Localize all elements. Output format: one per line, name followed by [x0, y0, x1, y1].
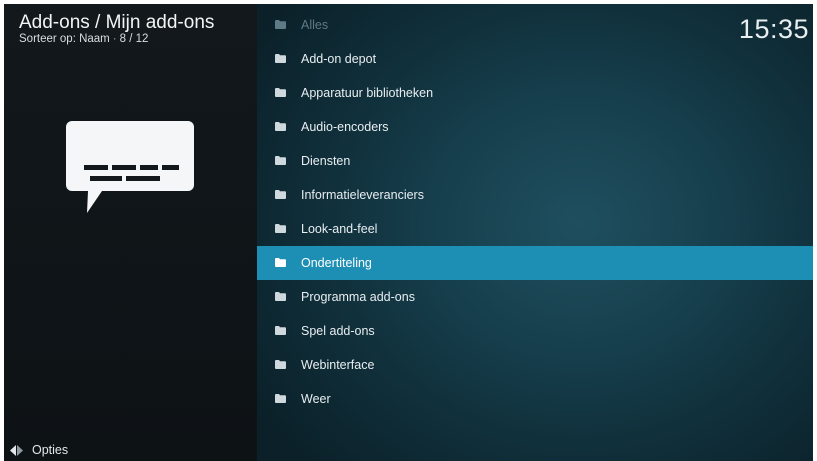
list-item[interactable]: Diensten — [257, 144, 813, 178]
folder-icon — [275, 190, 286, 199]
folder-icon — [275, 54, 286, 63]
list-item[interactable]: Audio-encoders — [257, 110, 813, 144]
list-item[interactable]: Weer — [257, 382, 813, 416]
addon-list: 15:35 Alles Add-on depot Apparatuur biblio… — [257, 4, 813, 461]
list-item-label: Weer — [301, 392, 331, 406]
list-item-label: Audio-encoders — [301, 120, 389, 134]
list-item[interactable]: Add-on depot — [257, 42, 813, 76]
sort-label[interactable]: Sorteer op: Naam — [19, 33, 110, 45]
folder-icon — [275, 394, 286, 403]
list-item-label: Webinterface — [301, 358, 375, 372]
list-item-label: Diensten — [301, 154, 351, 168]
list-item-label: Programma add-ons — [301, 290, 415, 304]
folder-icon — [275, 258, 286, 267]
list-item[interactable]: Alles — [257, 8, 813, 42]
list-item-label: Look-and-feel — [301, 222, 378, 236]
folder-icon — [275, 224, 286, 233]
list-item[interactable]: Informatieleveranciers — [257, 178, 813, 212]
page-title: Add-ons / Mijn add-ons — [19, 12, 215, 33]
list-item-label: Add-on depot — [301, 52, 377, 66]
list-item-label: Alles — [301, 18, 329, 32]
folder-icon — [275, 156, 286, 165]
folder-icon — [275, 326, 286, 335]
options-arrows-icon — [10, 444, 23, 456]
list-item[interactable]: Look-and-feel — [257, 212, 813, 246]
info-panel: Add-ons / Mijn add-ons Sorteer op: Naam ·… — [4, 4, 257, 461]
folder-icon — [275, 292, 286, 301]
options-label: Opties — [32, 443, 69, 457]
list-item[interactable]: Spel add-ons — [257, 314, 813, 348]
folder-icon — [275, 88, 286, 97]
folder-icon — [275, 20, 286, 29]
sort-info: Sorteer op: Naam · 8 / 12 — [19, 33, 148, 46]
item-position: 8 / 12 — [119, 33, 149, 45]
kodi-screen: Add-ons / Mijn add-ons Sorteer op: Naam ·… — [4, 4, 813, 461]
list-item-label: Informatieleveranciers — [301, 188, 424, 202]
list-item-label: Spel add-ons — [301, 324, 375, 338]
list-item[interactable]: Ondertiteling — [257, 246, 813, 280]
list-item[interactable]: Programma add-ons — [257, 280, 813, 314]
folder-icon — [275, 122, 286, 131]
list-item-label: Ondertiteling — [301, 256, 372, 270]
list-item[interactable]: Webinterface — [257, 348, 813, 382]
subtitle-speech-bubble-icon — [66, 121, 194, 213]
options-button[interactable]: Opties — [10, 442, 68, 458]
list-item[interactable]: Apparatuur bibliotheken — [257, 76, 813, 110]
folder-icon — [275, 360, 286, 369]
list-item-label: Apparatuur bibliotheken — [301, 86, 434, 100]
sort-separator: · — [112, 33, 117, 45]
